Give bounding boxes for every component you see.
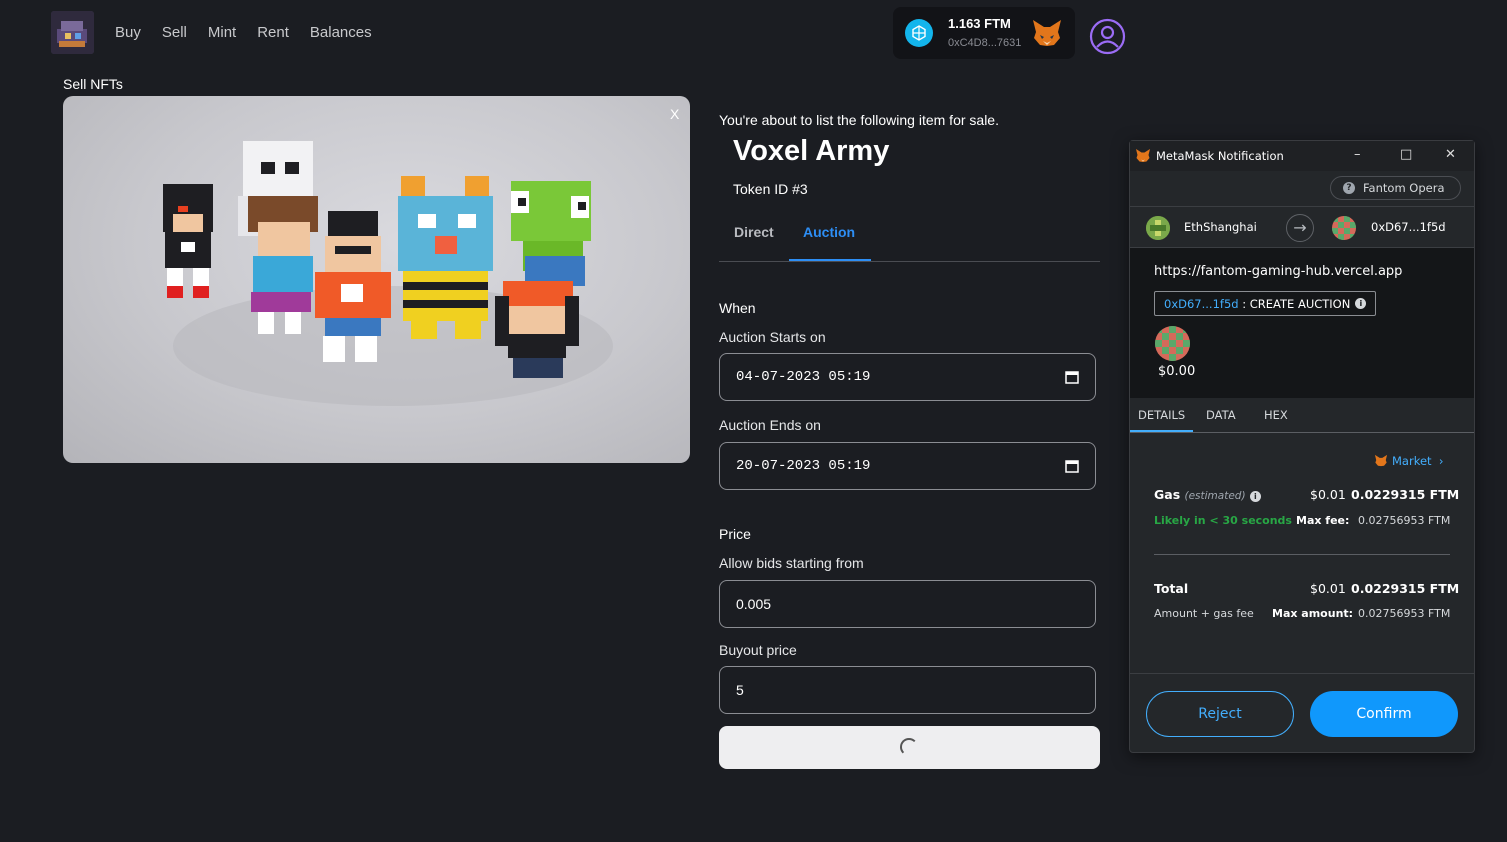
from-account: EthShanghai	[1184, 220, 1257, 234]
network-selector[interactable]: ? Fantom Opera	[1330, 176, 1461, 200]
gas-likely: Likely in < 30 seconds	[1154, 514, 1292, 527]
total-sub: Amount + gas fee	[1154, 607, 1254, 620]
max-fee-value: 0.02756953 FTM	[1358, 514, 1451, 527]
max-fee-label: Max fee:	[1296, 514, 1350, 527]
calendar-icon[interactable]	[1065, 370, 1079, 384]
gas-market-button[interactable]: Market ›	[1374, 454, 1443, 468]
min-bid-input[interactable]: 0.005	[719, 580, 1096, 628]
auction-start-value: 04-07-2023 05:19	[736, 369, 871, 385]
contract-avatar	[1155, 326, 1190, 361]
active-tab-indicator	[789, 259, 871, 261]
metamask-tabs: DETAILS DATA HEX	[1130, 398, 1474, 433]
method-separator: :	[1242, 296, 1247, 311]
metamask-popup: MetaMask Notification – □ ✕ ? Fantom Ope…	[1129, 140, 1475, 753]
nav-buy[interactable]: Buy	[115, 24, 141, 41]
metamask-fox-icon	[1374, 454, 1388, 467]
gas-label-row: Gas (estimated) i	[1154, 487, 1261, 502]
auction-start-input[interactable]: 04-07-2023 05:19	[719, 353, 1096, 401]
tab-auction[interactable]: Auction	[803, 224, 855, 240]
chevron-right-icon: ›	[1435, 454, 1444, 468]
tab-direct[interactable]: Direct	[734, 224, 774, 240]
network-name: Fantom Opera	[1363, 181, 1445, 195]
minimize-icon[interactable]: –	[1354, 147, 1361, 162]
to-avatar	[1332, 216, 1356, 240]
nav-mint[interactable]: Mint	[208, 24, 236, 41]
spinner-icon	[900, 738, 918, 756]
metamask-fox-icon	[1033, 20, 1061, 46]
from-avatar	[1146, 216, 1170, 240]
question-icon: ?	[1343, 182, 1355, 194]
transaction-amount: $0.00	[1158, 364, 1196, 379]
metamask-fox-icon	[1136, 149, 1150, 162]
divider	[1154, 554, 1450, 555]
buyout-input[interactable]: 5	[719, 666, 1096, 714]
total-value: 0.0229315 FTM	[1351, 581, 1460, 596]
app-logo[interactable]	[51, 11, 94, 54]
gas-label: Gas	[1154, 487, 1181, 502]
bids-label: Allow bids starting from	[719, 555, 864, 571]
nav-sell[interactable]: Sell	[162, 24, 187, 41]
confirm-button[interactable]: Confirm	[1310, 691, 1458, 737]
submit-button[interactable]	[719, 726, 1100, 769]
fantom-icon	[905, 19, 933, 47]
close-icon[interactable]: ✕	[1445, 147, 1456, 162]
wallet-balance: 1.163 FTM	[948, 16, 1011, 31]
nav-rent[interactable]: Rent	[257, 24, 289, 41]
page-title: Sell NFTs	[63, 76, 123, 92]
nav-balances[interactable]: Balances	[310, 24, 372, 41]
auction-end-value: 20-07-2023 05:19	[736, 458, 871, 474]
main-nav: Buy Sell Mint Rent Balances	[115, 24, 393, 41]
method-contract[interactable]: 0xD67...1f5d	[1164, 297, 1239, 311]
transaction-summary: https://fantom-gaming-hub.vercel.app 0xD…	[1130, 248, 1474, 398]
listing-intro: You're about to list the following item …	[719, 112, 999, 128]
tab-details[interactable]: DETAILS	[1138, 408, 1185, 422]
starts-label: Auction Starts on	[719, 329, 826, 345]
ends-label: Auction Ends on	[719, 417, 821, 433]
total-label: Total	[1154, 581, 1189, 596]
user-icon[interactable]	[1089, 18, 1126, 55]
nft-name: Voxel Army	[733, 135, 890, 167]
total-fiat: $0.01	[1310, 581, 1346, 596]
method-name: CREATE AUCTION	[1249, 296, 1351, 311]
auction-end-input[interactable]: 20-07-2023 05:19	[719, 442, 1096, 490]
gas-value: 0.0229315 FTM	[1351, 487, 1460, 502]
when-heading: When	[719, 300, 756, 316]
max-amount-value: 0.02756953 FTM	[1358, 607, 1451, 620]
gas-fiat: $0.01	[1310, 487, 1346, 502]
max-amount-label: Max amount:	[1272, 607, 1354, 620]
close-button[interactable]: X	[670, 106, 679, 122]
to-account: 0xD67...1f5d	[1371, 220, 1446, 234]
active-tab-indicator	[1130, 430, 1193, 432]
gas-estimated: (estimated)	[1184, 490, 1246, 502]
info-icon[interactable]: i	[1355, 298, 1367, 309]
nft-image	[63, 96, 690, 463]
token-id: Token ID #3	[733, 181, 808, 197]
method-badge[interactable]: 0xD67...1f5d : CREATE AUCTION i	[1154, 291, 1377, 316]
info-icon[interactable]: i	[1249, 491, 1261, 502]
listing-tabs: Direct Auction	[719, 222, 1100, 262]
market-label: Market	[1392, 454, 1432, 468]
metamask-footer: Reject Confirm	[1130, 673, 1474, 753]
price-heading: Price	[719, 526, 751, 542]
tab-hex[interactable]: HEX	[1264, 408, 1288, 422]
origin-url: https://fantom-gaming-hub.vercel.app	[1154, 264, 1403, 279]
min-bid-value: 0.005	[736, 596, 772, 612]
buyout-label: Buyout price	[719, 642, 797, 658]
wallet-address: 0xC4D8...7631	[948, 37, 1022, 49]
metamask-titlebar: MetaMask Notification – □ ✕	[1130, 141, 1474, 171]
reject-button[interactable]: Reject	[1146, 691, 1294, 737]
calendar-icon[interactable]	[1065, 459, 1079, 473]
account-row: EthShanghai → 0xD67...1f5d	[1130, 206, 1474, 248]
metamask-window-title: MetaMask Notification	[1156, 149, 1284, 163]
tab-data[interactable]: DATA	[1206, 408, 1236, 422]
arrow-right-icon: →	[1286, 214, 1314, 242]
maximize-icon[interactable]: □	[1400, 147, 1412, 162]
buyout-value: 5	[736, 682, 744, 698]
wallet-widget[interactable]: 1.163 FTM 0xC4D8...7631	[893, 7, 1075, 59]
